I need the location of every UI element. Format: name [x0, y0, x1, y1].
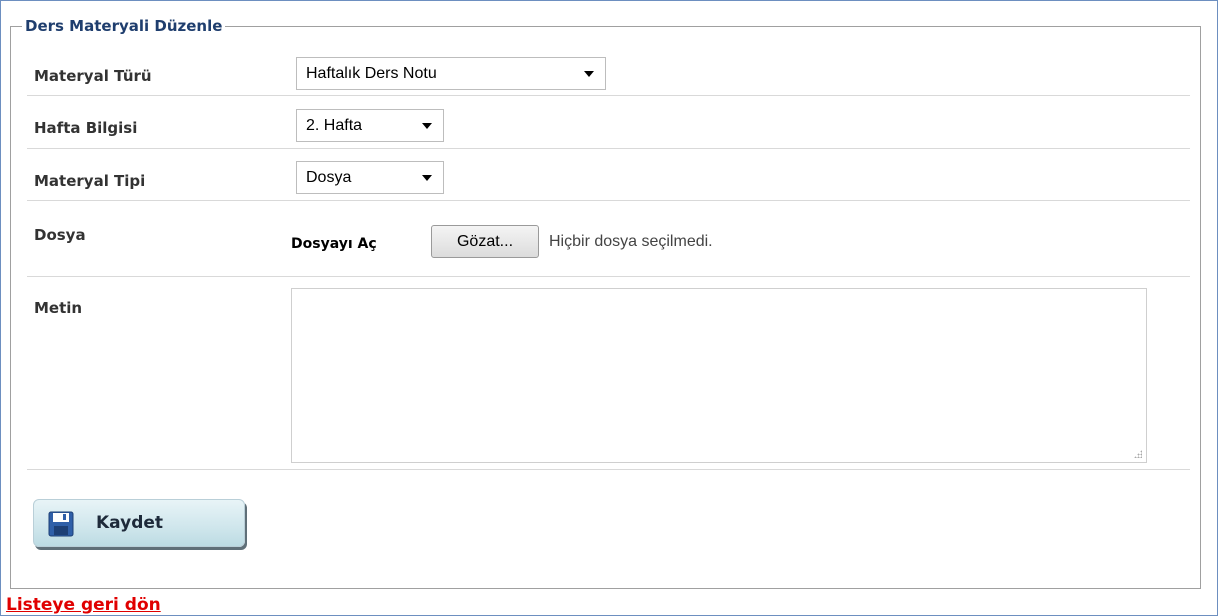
- row-divider: [27, 200, 1190, 201]
- material-type-select[interactable]: Haftalık Ders Notu: [296, 57, 606, 90]
- open-file-label: Dosyayı Aç: [291, 236, 377, 252]
- material-type-value: Haftalık Ders Notu: [306, 65, 437, 82]
- browse-button[interactable]: Gözat...: [431, 225, 539, 258]
- resize-grip-icon[interactable]: [1134, 450, 1142, 458]
- no-file-selected-text: Hiçbir dosya seçilmedi.: [549, 233, 713, 250]
- text-area[interactable]: [291, 288, 1147, 463]
- save-button[interactable]: Kaydet: [33, 499, 245, 547]
- row-divider: [27, 148, 1190, 149]
- save-button-label: Kaydet: [96, 513, 164, 533]
- material-kind-value: Dosya: [306, 169, 352, 186]
- chevron-down-icon: [422, 175, 432, 181]
- week-value: 2. Hafta: [306, 117, 363, 134]
- chevron-down-icon: [584, 71, 594, 77]
- chevron-down-icon: [422, 123, 432, 129]
- file-label: Dosya: [34, 226, 86, 244]
- back-to-list-link[interactable]: Listeye geri dön: [6, 594, 161, 616]
- row-divider: [27, 95, 1190, 96]
- form-legend: Ders Materyali Düzenle: [22, 16, 226, 36]
- row-divider: [27, 276, 1190, 277]
- material-kind-select[interactable]: Dosya: [296, 161, 444, 194]
- material-kind-label: Materyal Tipi: [34, 172, 146, 190]
- material-type-label: Materyal Türü: [34, 67, 152, 85]
- floppy-disk-icon: [48, 511, 74, 537]
- row-divider: [27, 469, 1190, 470]
- week-select[interactable]: 2. Hafta: [296, 109, 444, 142]
- text-label: Metin: [34, 299, 83, 317]
- week-label: Hafta Bilgisi: [34, 119, 138, 137]
